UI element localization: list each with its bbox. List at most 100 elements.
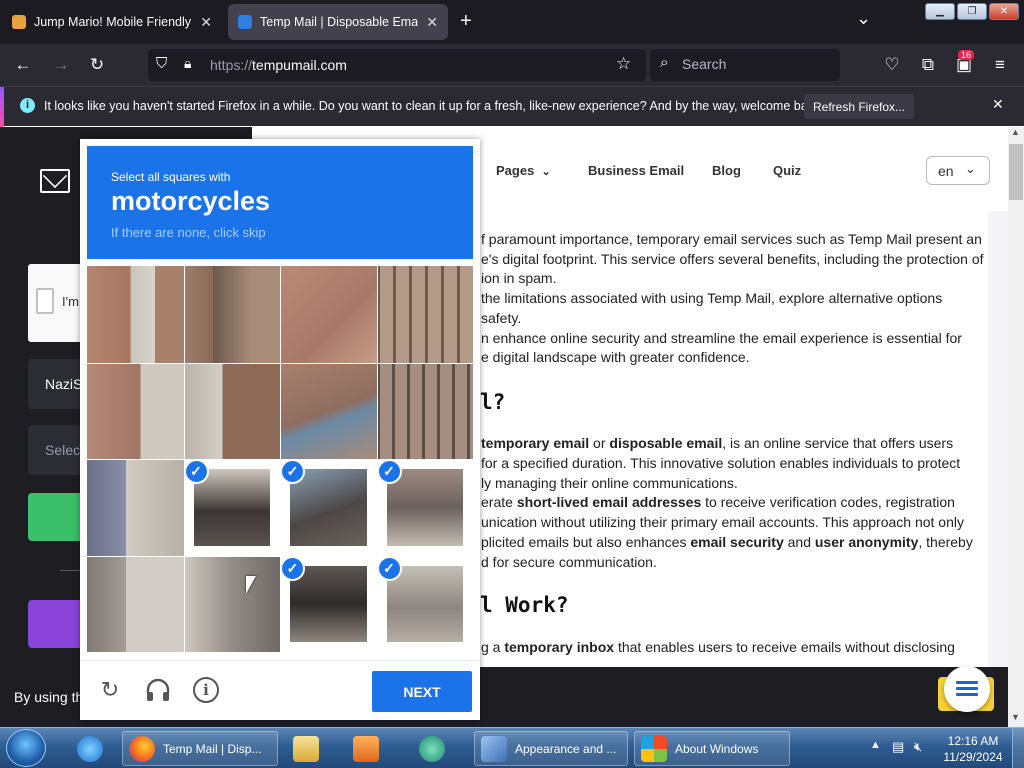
maximize-button[interactable]: ❐	[957, 3, 987, 20]
audio-challenge-icon[interactable]	[145, 677, 171, 703]
captcha-tile[interactable]	[87, 362, 184, 459]
captcha-tile[interactable]	[280, 266, 377, 363]
captcha-checkbox-label: I'm	[62, 294, 79, 309]
taskbar-appearance[interactable]: Appearance and ...	[474, 731, 628, 766]
url-text: https://tempumail.com	[210, 57, 347, 73]
captcha-tile[interactable]	[376, 362, 473, 459]
captcha-tile[interactable]	[87, 459, 184, 556]
close-tab-icon[interactable]: ✕	[426, 14, 438, 31]
section-heading: l Work?	[480, 593, 569, 617]
captcha-tile[interactable]: ✓	[376, 555, 474, 653]
random-button[interactable]	[28, 600, 88, 648]
reload-challenge-icon[interactable]: ↻	[97, 677, 123, 703]
bold-keyword: email security	[690, 534, 784, 550]
start-button[interactable]	[6, 729, 46, 767]
text-segment: and	[783, 534, 815, 550]
article-line: temporary email or disposable email, is …	[481, 435, 953, 451]
captcha-tile-image	[280, 362, 377, 459]
scroll-down-icon[interactable]: ▼	[1011, 712, 1020, 722]
captcha-hint: If there are none, click skip	[111, 225, 266, 240]
section-heading: l?	[480, 390, 506, 414]
reload-icon[interactable]: ↻	[84, 52, 110, 78]
media-player-icon[interactable]	[346, 731, 398, 766]
internet-explorer-icon[interactable]	[70, 731, 112, 766]
nav-pages[interactable]: Pages ⌄	[496, 163, 551, 178]
chevron-down-icon: ⌄	[541, 166, 551, 178]
close-window-button[interactable]: ✕	[989, 3, 1019, 20]
captcha-checkbox[interactable]	[36, 288, 54, 314]
captcha-tile-image	[290, 469, 367, 546]
notification-accent	[0, 87, 4, 127]
captcha-tile[interactable]	[87, 266, 184, 363]
file-explorer-icon[interactable]	[286, 731, 338, 766]
create-button[interactable]	[28, 493, 88, 541]
scrollbar-thumb[interactable]	[1009, 144, 1023, 200]
network-icon[interactable]: ▤	[892, 739, 904, 755]
tray-expand-icon[interactable]: ▲	[870, 739, 881, 751]
article-line: plicited emails but also enhances email …	[481, 534, 973, 550]
domain-select[interactable]: Selec	[28, 425, 88, 475]
scroll-up-icon[interactable]: ▲	[1011, 127, 1020, 137]
bold-keyword: temporary inbox	[504, 639, 615, 655]
text-segment: , thereby	[918, 534, 973, 550]
taskbar-firefox[interactable]: Temp Mail | Disp...	[122, 731, 278, 766]
url-bar[interactable]: ⛉ 🔒︎ https://tempumail.com ☆	[148, 49, 646, 81]
text-segment: ly managing their online communications.	[481, 474, 738, 491]
extensions-icon[interactable]: ⧉	[915, 52, 941, 78]
captcha-tile-image	[87, 555, 184, 652]
captcha-tile[interactable]: ✓	[280, 459, 377, 556]
next-button[interactable]: NEXT	[372, 671, 472, 712]
show-desktop-button[interactable]	[1012, 728, 1024, 768]
captcha-tile[interactable]: ✓	[280, 555, 377, 653]
control-panel-icon	[481, 735, 507, 762]
captcha-tile[interactable]: ✓	[183, 459, 281, 556]
captcha-tile-image	[376, 362, 473, 459]
info-icon[interactable]: i	[193, 677, 219, 703]
tab-jump-mario[interactable]: Jump Mario! Mobile Friendly G... ✕	[2, 4, 222, 40]
captcha-tile[interactable]	[183, 555, 280, 652]
forward-arrow-icon[interactable]: →	[48, 52, 74, 78]
notification-message: It looks like you haven't started Firefo…	[44, 99, 824, 113]
text-segment: d for secure communication.	[481, 553, 657, 570]
username-field[interactable]: NaziS	[28, 359, 88, 409]
language-select[interactable]: en ⌄	[926, 156, 990, 185]
search-input[interactable]: ⌕ Search	[650, 49, 840, 81]
article-line: f paramount importance, temporary email …	[481, 231, 982, 247]
article-line: the limitations associated with using Te…	[481, 290, 943, 307]
clock[interactable]: 12:16 AM 11/29/2024	[938, 733, 1008, 765]
nav-business-email[interactable]: Business Email	[588, 163, 684, 178]
captcha-tile[interactable]: ✓	[376, 459, 474, 556]
info-icon: i	[20, 98, 35, 113]
refresh-firefox-button[interactable]: Refresh Firefox...	[804, 94, 914, 119]
taskbar-item-label: Temp Mail | Disp...	[163, 741, 262, 756]
nav-quiz[interactable]: Quiz	[773, 163, 801, 178]
tab-temp-mail[interactable]: Temp Mail | Disposable Email A... ✕	[228, 4, 448, 40]
bookmark-star-icon[interactable]: ☆	[616, 54, 631, 74]
volume-muted-icon[interactable]: 🔇︎	[914, 739, 922, 755]
tab-list-button[interactable]: ⌄	[856, 8, 871, 29]
close-tab-icon[interactable]: ✕	[200, 14, 212, 31]
nav-blog[interactable]: Blog	[712, 163, 741, 178]
back-arrow-icon[interactable]: ←	[10, 52, 36, 78]
new-tab-button[interactable]: +	[460, 10, 472, 33]
taskbar-about-windows[interactable]: About Windows	[634, 731, 790, 766]
bold-keyword: disposable email	[609, 435, 723, 451]
close-notification-icon[interactable]: ✕	[992, 96, 1004, 113]
captcha-tile[interactable]	[183, 362, 280, 459]
app-icon[interactable]	[412, 731, 464, 766]
lock-icon[interactable]: 🔒︎	[184, 55, 191, 72]
checkmark-icon: ✓	[376, 459, 402, 484]
pocket-icon[interactable]: ♡	[879, 52, 905, 78]
captcha-tile[interactable]	[376, 266, 473, 363]
page-scrollbar[interactable]: ▲ ▼	[1008, 127, 1024, 727]
captcha-tile[interactable]	[183, 266, 280, 363]
shield-icon[interactable]: ⛉	[156, 55, 167, 72]
windows-logo-icon	[641, 735, 667, 762]
captcha-tile[interactable]	[280, 362, 377, 459]
floating-menu-button[interactable]	[944, 666, 990, 712]
hamburger-menu-icon[interactable]: ≡	[987, 52, 1013, 78]
captcha-tile[interactable]	[87, 555, 184, 652]
minimize-button[interactable]: ▁	[925, 3, 955, 20]
page-favicon-icon	[238, 15, 252, 29]
captcha-footer: ↻ i NEXT	[80, 660, 480, 720]
